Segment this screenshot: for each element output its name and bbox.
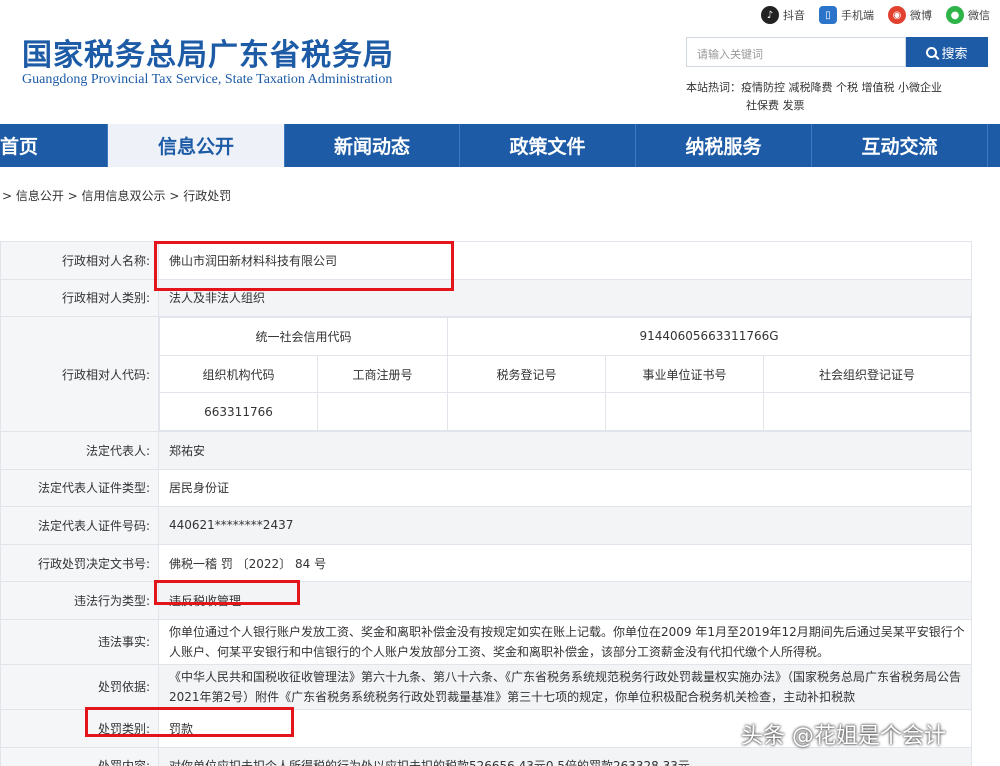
table-row: 违法事实: 你单位通过个人银行账户发放工资、奖金和离职补偿金没有按规定如实在账上…	[0, 618, 972, 665]
table-row: 法定代表人证件号码: 440621********2437	[0, 506, 972, 545]
facts-label: 违法事实:	[0, 618, 159, 665]
rep-value: 郑祐安	[158, 430, 972, 470]
doc-no-label: 行政处罚决定文书号:	[0, 543, 159, 583]
code-label: 行政相对人代码:	[0, 316, 159, 432]
tax-reg-value	[447, 392, 606, 431]
table-row: 行政处罚决定文书号: 佛税一稽 罚 〔2022〕 84 号	[0, 543, 972, 583]
social-weibo[interactable]: ◉ 微博	[888, 6, 932, 24]
highlight-box-violation	[154, 580, 300, 605]
social-org-label: 社会组织登记证号	[763, 354, 971, 394]
table-row: 法定代表人证件类型: 居民身份证	[0, 468, 972, 508]
nav-info-disclosure[interactable]: 信息公开	[108, 124, 285, 167]
site-header: 国家税务总局广东省税务局 Guangdong Provincial Tax Se…	[0, 0, 1000, 124]
type-label: 行政相对人类别:	[0, 278, 159, 318]
tax-reg-label: 税务登记号	[447, 354, 606, 394]
main-nav: 首页 信息公开 新闻动态 政策文件 纳税服务 互动交流	[0, 124, 1000, 167]
mobile-icon: ▯	[819, 6, 837, 24]
search-button[interactable]: 搜索	[906, 37, 988, 67]
douyin-icon: ♪	[761, 6, 779, 24]
highlight-box-name	[154, 241, 454, 291]
breadcrumb[interactable]: > 信息公开 > 信用信息双公示 > 行政处罚	[2, 187, 231, 204]
nav-home[interactable]: 首页	[0, 124, 108, 167]
search-icon	[926, 46, 938, 58]
biz-reg-label: 工商注册号	[317, 354, 448, 394]
wechat-icon: ●	[946, 6, 964, 24]
inst-cert-label: 事业单位证书号	[605, 354, 764, 394]
table-row: 法定代表人: 郑祐安	[0, 430, 972, 470]
nav-news[interactable]: 新闻动态	[285, 124, 460, 167]
penalty-content-label: 处罚内容:	[0, 746, 159, 766]
biz-reg-value	[317, 392, 448, 431]
table-row: 违法行为类型: 违反税收管理	[0, 581, 972, 620]
highlight-box-penalty	[85, 707, 294, 737]
inst-cert-value	[605, 392, 764, 431]
social-wechat[interactable]: ● 微信	[946, 6, 990, 24]
site-title[interactable]: 国家税务总局广东省税务局	[22, 30, 394, 74]
social-links: ♪ 抖音 ▯ 手机端 ◉ 微博 ● 微信	[761, 6, 990, 24]
rep-id-no-label: 法定代表人证件号码:	[0, 506, 159, 545]
org-code-value: 663311766	[159, 392, 318, 431]
penalty-info-table: 行政相对人名称: 佛山市润田新材料科技有限公司 行政相对人类别: 法人及非法人组…	[0, 241, 972, 766]
doc-no-value: 佛税一稽 罚 〔2022〕 84 号	[158, 543, 972, 583]
basis-value: 《中华人民共和国税收征收管理法》第六十九条、第八十六条、《广东省税务系统规范税务…	[158, 663, 972, 710]
table-row: 处罚依据: 《中华人民共和国税收征收管理法》第六十九条、第八十六条、《广东省税务…	[0, 663, 972, 710]
site-subtitle: Guangdong Provincial Tax Service, State …	[22, 72, 393, 87]
nav-interaction[interactable]: 互动交流	[812, 124, 988, 167]
nav-policy[interactable]: 政策文件	[460, 124, 636, 167]
rep-label: 法定代表人:	[0, 430, 159, 470]
social-douyin[interactable]: ♪ 抖音	[761, 6, 805, 24]
table-row: 行政相对人类别: 法人及非法人组织	[0, 278, 972, 318]
org-code-label: 组织机构代码	[159, 354, 318, 394]
name-label: 行政相对人名称:	[0, 241, 159, 280]
credit-code-label: 统一社会信用代码	[159, 317, 448, 356]
search-input[interactable]: 请输入关键词	[686, 37, 906, 67]
code-subtable: 统一社会信用代码 91440605663311766G 组织机构代码 工商注册号…	[159, 317, 971, 431]
social-mobile[interactable]: ▯ 手机端	[819, 6, 874, 24]
nav-tax-service[interactable]: 纳税服务	[636, 124, 812, 167]
watermark: 头条 @花姐是个会计	[741, 724, 946, 749]
rep-id-type-value: 居民身份证	[158, 468, 972, 508]
credit-code-value: 91440605663311766G	[447, 317, 971, 356]
violation-type-label: 违法行为类型:	[0, 581, 159, 620]
rep-id-no-value: 440621********2437	[158, 506, 972, 545]
facts-value: 你单位通过个人银行账户发放工资、奖金和离职补偿金没有按规定如实在账上记载。你单位…	[158, 618, 972, 665]
table-row: 行政相对人代码: 统一社会信用代码 91440605663311766G 组织机…	[0, 316, 972, 432]
hot-keywords[interactable]: 本站热词：疫情防控 减税降费 个税 增值税 小微企业 社保费 发票	[686, 79, 986, 115]
table-row: 行政相对人名称: 佛山市润田新材料科技有限公司	[0, 241, 972, 280]
weibo-icon: ◉	[888, 6, 906, 24]
social-org-value	[763, 392, 971, 431]
basis-label: 处罚依据:	[0, 663, 159, 710]
rep-id-type-label: 法定代表人证件类型:	[0, 468, 159, 508]
